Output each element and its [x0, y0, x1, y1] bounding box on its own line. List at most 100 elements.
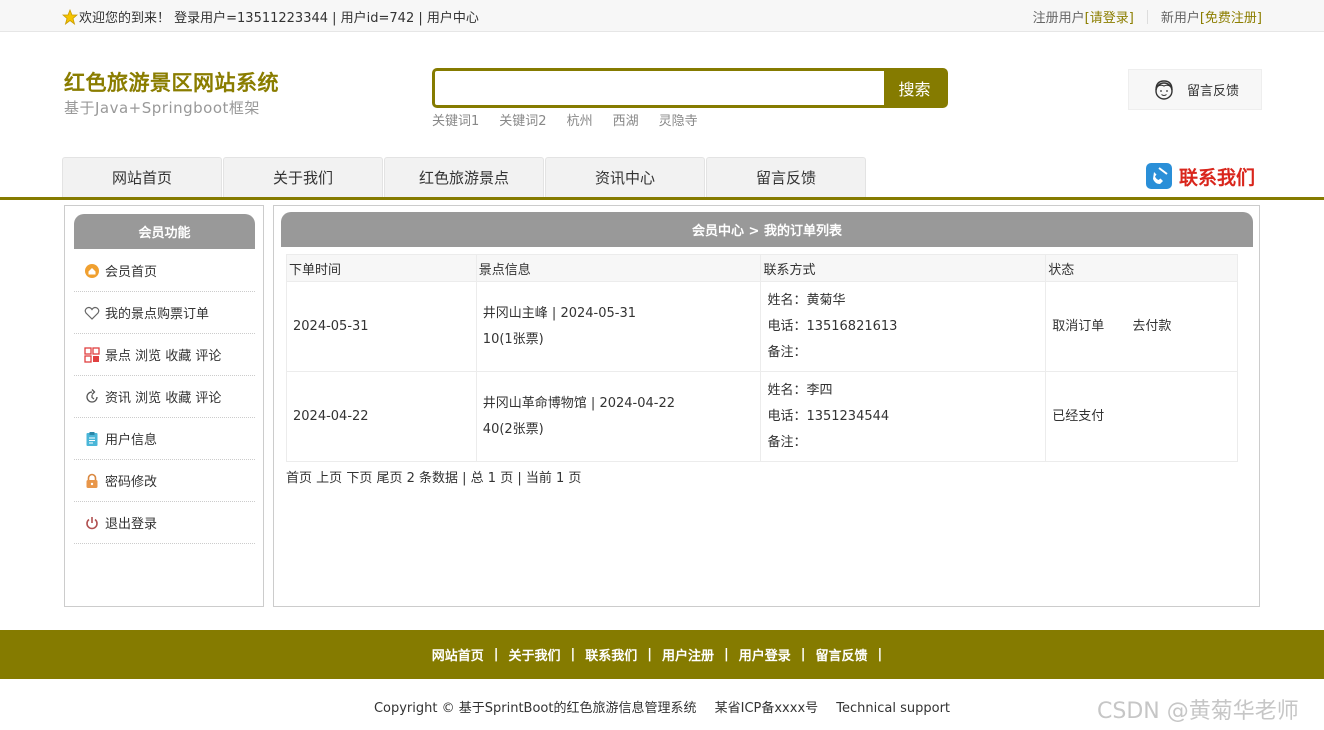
main-nav: 网站首页 关于我们 红色旅游景点 资讯中心 留言反馈 [62, 157, 867, 197]
cancel-order-link[interactable]: 取消订单 [1052, 319, 1104, 334]
heart-icon [84, 306, 100, 320]
copyright-text: Copyright © 基于SprintBoot的红色旅游信息管理系统 [373, 701, 697, 716]
panel-title: 会员中心 > 我的订单列表 [281, 212, 1253, 247]
divider: | [800, 647, 806, 662]
spot-line: 井冈山革命博物馆 | 2024-04-22 [482, 395, 675, 411]
contact-note: 备注： [767, 434, 807, 450]
icp-number: 某省ICP备xxxx号 [714, 701, 819, 716]
contact-info: 姓名：李四 电话：1351234544 备注： [760, 371, 1047, 462]
column-header: 联系方式 [760, 254, 1047, 282]
column-header: 下单时间 [286, 254, 477, 282]
column-header: 景点信息 [475, 254, 762, 282]
keyword-link[interactable]: 关键词1 [432, 110, 479, 129]
sidebar-item-change-password[interactable]: 密码修改 [74, 460, 255, 502]
order-status: 取消订单 去付款 [1045, 281, 1238, 372]
hot-keywords: 关键词1 关键词2 杭州 西湖 灵隐寺 [432, 110, 718, 129]
sidebar-title: 会员功能 [74, 214, 255, 249]
footer-link-home[interactable]: 网站首页 [432, 645, 484, 664]
feedback-button[interactable]: 留言反馈 [1128, 69, 1262, 110]
power-icon [86, 516, 98, 529]
sidebar-item-news-activity[interactable]: 资讯 浏览 收藏 评论 [74, 376, 255, 418]
sidebar-item-user-info[interactable]: 用户信息 [74, 418, 255, 460]
sidebar-item-label: 密码修改 [105, 475, 158, 490]
welcome-text: 欢迎您的到来！ 登录用户=13511223344 | 用户id=742 | 用户… [79, 11, 479, 26]
register-link[interactable]: [免费注册] [1200, 7, 1262, 26]
sidebar-menu: 会员首页 我的景点购票订单 景点 浏览 收藏 评论 资讯 浏览 收藏 评论 用户… [74, 250, 255, 544]
nav-news[interactable]: 资讯中心 [545, 157, 705, 197]
ticket-line: 40(2张票) [482, 421, 544, 437]
contact-phone: 电话：1351234544 [767, 408, 890, 424]
spot-line: 井冈山主峰 | 2024-05-31 [482, 305, 636, 321]
next-page-link[interactable]: 下页 [346, 471, 372, 486]
orders-table: 下单时间 景点信息 联系方式 状态 2024-05-31 井冈山主峰 | 202… [286, 254, 1238, 462]
grid-icon [84, 346, 100, 363]
search-input[interactable] [435, 71, 884, 105]
sidebar-item-label: 退出登录 [105, 517, 158, 532]
footer-links: 网站首页 | 关于我们 | 联系我们 | 用户注册 | 用户登录 | 留言反馈 | [0, 630, 1324, 679]
contact-us-link[interactable]: 联系我们 [1145, 162, 1255, 190]
nav-scenic-spots[interactable]: 红色旅游景点 [384, 157, 544, 197]
watermark: CSDN @黄菊华老师 [1097, 699, 1299, 724]
sidebar-item-ticket-orders[interactable]: 我的景点购票订单 [74, 292, 255, 334]
member-sidebar: 会员功能 会员首页 我的景点购票订单 景点 浏览 收藏 评论 资讯 浏览 收藏 … [64, 205, 264, 607]
sidebar-item-label: 景点 浏览 收藏 评论 [105, 349, 222, 364]
top-bar-account: 注册用户 [请登录] 新用户 [免费注册] [1033, 7, 1262, 26]
divider: | [647, 647, 652, 662]
spot-info: 井冈山主峰 | 2024-05-31 10(1张票) [475, 281, 762, 372]
order-date: 2024-05-31 [286, 281, 477, 372]
prev-page-link[interactable]: 上页 [316, 471, 342, 486]
order-list-panel: 会员中心 > 我的订单列表 下单时间 景点信息 联系方式 状态 2024-05-… [273, 205, 1260, 607]
phone-icon [1146, 163, 1172, 189]
contact-info: 姓名：黄菊华 电话：13516821613 备注： [760, 281, 1047, 372]
keyword-link[interactable]: 杭州 [567, 110, 593, 129]
contact-name: 姓名：黄菊华 [767, 292, 846, 308]
spot-info: 井冈山革命博物馆 | 2024-04-22 40(2张票) [475, 371, 762, 462]
login-link[interactable]: [请登录] [1085, 7, 1134, 26]
contact-name: 姓名：李四 [767, 382, 833, 398]
last-page-link[interactable]: 尾页 [376, 471, 402, 486]
sidebar-item-spot-activity[interactable]: 景点 浏览 收藏 评论 [74, 334, 255, 376]
order-status: 已经支付 [1045, 371, 1238, 462]
first-page-link[interactable]: 首页 [286, 471, 312, 486]
sidebar-item-label: 会员首页 [105, 265, 158, 280]
footer-link-feedback[interactable]: 留言反馈 [816, 645, 868, 664]
sidebar-item-logout[interactable]: 退出登录 [74, 502, 255, 544]
divider: | [877, 647, 883, 662]
sidebar-item-label: 用户信息 [105, 433, 158, 448]
keyword-link[interactable]: 西湖 [613, 110, 639, 129]
clipboard-icon [86, 431, 98, 446]
pay-order-link[interactable]: 去付款 [1132, 319, 1171, 334]
footer-link-login[interactable]: 用户登录 [739, 645, 791, 664]
nav-feedback[interactable]: 留言反馈 [706, 157, 866, 197]
footer-link-about[interactable]: 关于我们 [508, 645, 560, 664]
status-text: 已经支付 [1052, 408, 1105, 424]
pagination: 首页 上页 下页 尾页 2 条数据 | 总 1 页 | 当前 1 页 [286, 467, 581, 486]
contact-us-label: 联系我们 [1179, 166, 1256, 189]
keyword-link[interactable]: 关键词2 [499, 110, 546, 129]
welcome-message: 欢迎您的到来！ 登录用户=13511223344 | 用户id=742 | 用户… [62, 7, 479, 26]
divider [1146, 9, 1148, 24]
sidebar-item-label: 我的景点购票订单 [105, 307, 210, 322]
headset-icon [1155, 79, 1173, 100]
refresh-icon [86, 388, 98, 403]
search-button[interactable]: 搜索 [884, 71, 945, 105]
contact-note: 备注： [767, 344, 807, 360]
order-date: 2024-04-22 [286, 371, 477, 462]
table-row: 2024-04-22 井冈山革命博物馆 | 2024-04-22 40(2张票)… [286, 371, 1238, 462]
register-user-label: 注册用户 [1032, 11, 1085, 26]
sidebar-item-member-home[interactable]: 会员首页 [74, 250, 255, 292]
site-title: 红色旅游景区网站系统 [64, 71, 279, 95]
nav-home[interactable]: 网站首页 [62, 157, 222, 197]
divider: | [493, 647, 499, 662]
footer-link-register[interactable]: 用户注册 [662, 645, 714, 664]
top-bar: 欢迎您的到来！ 登录用户=13511223344 | 用户id=742 | 用户… [0, 0, 1324, 32]
footer-link-contact[interactable]: 联系我们 [585, 645, 637, 664]
nav-about[interactable]: 关于我们 [223, 157, 383, 197]
site-subtitle: 基于Java+Springboot框架 [64, 99, 260, 117]
lock-icon [86, 473, 98, 488]
keyword-link[interactable]: 灵隐寺 [659, 110, 698, 129]
column-header: 状态 [1045, 254, 1238, 282]
contact-phone: 电话：13516821613 [767, 318, 898, 334]
new-user-label: 新用户 [1160, 11, 1200, 26]
star-icon [62, 8, 78, 25]
